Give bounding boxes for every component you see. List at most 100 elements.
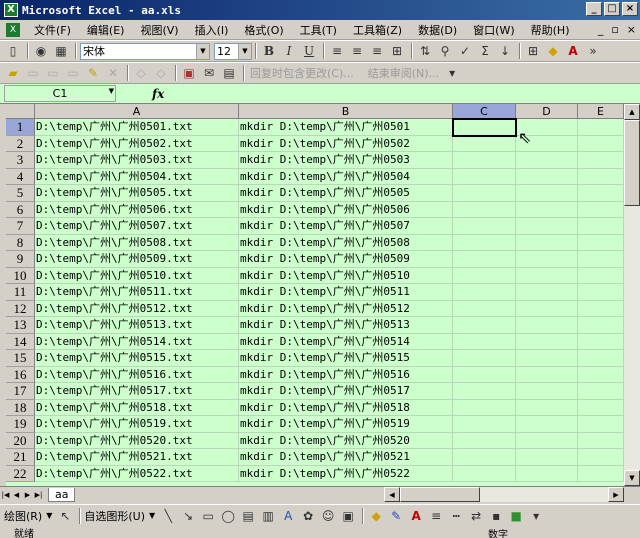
cell-a7[interactable]: D:\temp\广州\广州0507.txt [35, 218, 239, 235]
cell-c4[interactable] [453, 168, 516, 185]
cell-c19[interactable] [453, 416, 516, 433]
cell-c12[interactable] [453, 300, 516, 317]
spell-check-icon[interactable]: ✓ [456, 42, 474, 60]
menu-view[interactable]: 视图(V) [132, 22, 186, 38]
oval-icon[interactable]: ◯ [219, 507, 237, 525]
menu-toolbox[interactable]: 工具箱(Z) [345, 22, 410, 38]
cell-c20[interactable] [453, 432, 516, 449]
cell-a16[interactable]: D:\temp\广州\广州0516.txt [35, 366, 239, 383]
cell-c7[interactable] [453, 218, 516, 235]
cell-e20[interactable] [578, 432, 624, 449]
cell-a17[interactable]: D:\temp\广州\广州0517.txt [35, 383, 239, 400]
cell-d12[interactable] [516, 300, 578, 317]
column-header-e[interactable]: E [578, 104, 624, 119]
maximize-button[interactable]: □ [604, 2, 620, 16]
diagram-icon[interactable]: ✿ [299, 507, 317, 525]
cell-a9[interactable]: D:\temp\广州\广州0509.txt [35, 251, 239, 268]
cell-e11[interactable] [578, 284, 624, 301]
vertical-textbox-icon[interactable]: ▥ [259, 507, 277, 525]
task-icon[interactable]: ▣ [180, 64, 198, 82]
filter-icon[interactable]: ⚲ [436, 42, 454, 60]
vertical-scroll-thumb[interactable] [624, 120, 640, 206]
menu-data[interactable]: 数据(D) [410, 22, 465, 38]
menu-insert[interactable]: 插入(I) [187, 22, 237, 38]
merge-center-icon[interactable]: ⊞ [388, 42, 406, 60]
scroll-down-icon[interactable]: ▼ [624, 470, 640, 486]
font-color-icon[interactable]: A [564, 42, 582, 60]
next-sheet-icon[interactable]: ▶ [22, 489, 33, 501]
chevron-down-icon[interactable]: ▼ [46, 511, 52, 520]
prev-sheet-icon[interactable]: ◀ [11, 489, 22, 501]
toolbar-options-icon[interactable]: ▾ [443, 64, 461, 82]
cell-d20[interactable] [516, 432, 578, 449]
row-header[interactable]: 13 [6, 317, 35, 334]
horizontal-scrollbar[interactable]: ◀ ▶ [384, 487, 624, 502]
cell-a22[interactable]: D:\temp\广州\广州0522.txt [35, 465, 239, 482]
row-header[interactable]: 18 [6, 399, 35, 416]
sheet-tab-aa[interactable]: aa [48, 487, 76, 502]
cell-d15[interactable] [516, 350, 578, 367]
cell-b15[interactable]: mkdir D:\temp\广州\广州0515 [239, 350, 453, 367]
cell-c16[interactable] [453, 366, 516, 383]
3d-icon[interactable]: ■ [507, 507, 525, 525]
font-color-icon[interactable]: A [407, 507, 425, 525]
cell-e13[interactable] [578, 317, 624, 334]
cell-c13[interactable] [453, 317, 516, 334]
cell-e10[interactable] [578, 267, 624, 284]
cell-d3[interactable] [516, 152, 578, 169]
menu-edit[interactable]: 编辑(E) [79, 22, 133, 38]
show-comment-icon[interactable]: ✎ [84, 64, 102, 82]
cell-b12[interactable]: mkdir D:\temp\广州\广州0512 [239, 300, 453, 317]
minimize-button[interactable]: _ [586, 2, 602, 16]
align-right-icon[interactable]: ≡ [368, 42, 386, 60]
line-style-icon[interactable]: ≡ [427, 507, 445, 525]
row-header[interactable]: 4 [6, 168, 35, 185]
cell-b9[interactable]: mkdir D:\temp\广州\广州0509 [239, 251, 453, 268]
cell-a15[interactable]: D:\temp\广州\广州0515.txt [35, 350, 239, 367]
row-header[interactable]: 8 [6, 234, 35, 251]
cell-b7[interactable]: mkdir D:\temp\广州\广州0507 [239, 218, 453, 235]
row-header[interactable]: 2 [6, 135, 35, 152]
menu-format[interactable]: 格式(O) [236, 22, 291, 38]
cell-e19[interactable] [578, 416, 624, 433]
cell-a12[interactable]: D:\temp\广州\广州0512.txt [35, 300, 239, 317]
cell-e18[interactable] [578, 399, 624, 416]
cell-d7[interactable] [516, 218, 578, 235]
row-header[interactable]: 22 [6, 465, 35, 482]
cell-b1[interactable]: mkdir D:\temp\广州\广州0501 [239, 119, 453, 136]
cell-e6[interactable] [578, 201, 624, 218]
bold-button[interactable]: B [260, 42, 278, 60]
row-header[interactable]: 5 [6, 185, 35, 202]
doc-restore-button[interactable]: ▫ [611, 23, 618, 36]
cell-a4[interactable]: D:\temp\广州\广州0504.txt [35, 168, 239, 185]
cell-b22[interactable]: mkdir D:\temp\广州\广州0522 [239, 465, 453, 482]
chevron-down-icon[interactable]: ▼ [196, 43, 209, 59]
scroll-up-icon[interactable]: ▲ [624, 104, 640, 120]
row-header[interactable]: 3 [6, 152, 35, 169]
menu-window[interactable]: 窗口(W) [465, 22, 522, 38]
cell-a14[interactable]: D:\temp\广州\广州0514.txt [35, 333, 239, 350]
chevron-down-icon[interactable]: ▼ [149, 511, 155, 520]
cell-a13[interactable]: D:\temp\广州\广州0513.txt [35, 317, 239, 334]
cell-d13[interactable] [516, 317, 578, 334]
autosum-icon[interactable]: Σ [476, 42, 494, 60]
row-header[interactable]: 15 [6, 350, 35, 367]
clipart-icon[interactable]: ☺ [319, 507, 337, 525]
fill-color-icon[interactable]: ◆ [367, 507, 385, 525]
chevron-down-icon[interactable]: ▼ [109, 87, 114, 95]
autoshapes-button[interactable]: 自选图形(U) [84, 508, 145, 524]
column-header-b[interactable]: B [239, 104, 453, 119]
close-button[interactable]: × [622, 2, 638, 16]
picture-icon[interactable]: ▣ [339, 507, 357, 525]
insert-function-icon[interactable]: fx [152, 87, 164, 101]
font-name-select[interactable]: 宋体 ▼ [80, 42, 210, 60]
cell-a3[interactable]: D:\temp\广州\广州0503.txt [35, 152, 239, 169]
cell-d6[interactable] [516, 201, 578, 218]
cell-c9[interactable] [453, 251, 516, 268]
update-icon[interactable]: ▤ [220, 64, 238, 82]
column-header-c[interactable]: C [453, 104, 516, 119]
cell-e16[interactable] [578, 366, 624, 383]
wordart-icon[interactable]: A [279, 507, 297, 525]
scroll-right-icon[interactable]: ▶ [608, 487, 624, 502]
cell-a8[interactable]: D:\temp\广州\广州0508.txt [35, 234, 239, 251]
